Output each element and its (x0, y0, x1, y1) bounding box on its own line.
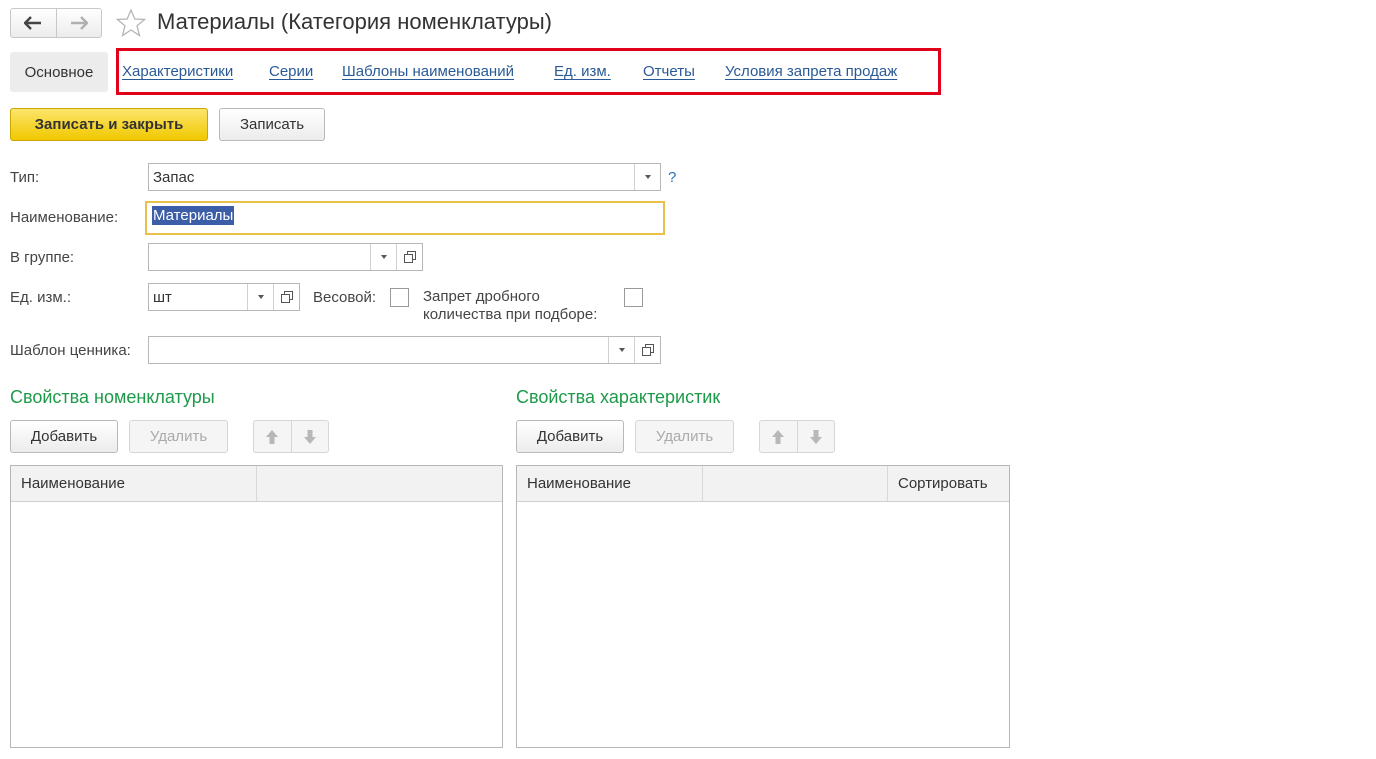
name-input[interactable]: Материалы (145, 201, 665, 235)
move-down-icon[interactable] (798, 421, 835, 452)
characteristic-add-button[interactable]: Добавить (516, 420, 624, 453)
nomenclature-props-title: Свойства номенклатуры (10, 387, 215, 407)
weight-label: Весовой: (313, 289, 377, 306)
column-header-empty[interactable] (257, 466, 502, 501)
open-icon[interactable] (396, 244, 422, 270)
fraction-label-line2: количества при подборе: (423, 306, 598, 323)
column-header-name[interactable]: Наименование (517, 466, 703, 501)
page-title: Материалы (Категория номенклатуры) (157, 9, 553, 34)
arrow-left-icon (24, 16, 42, 30)
move-down-icon[interactable] (292, 421, 329, 452)
back-button[interactable] (11, 9, 56, 37)
dropdown-arrow-icon[interactable] (608, 337, 634, 363)
help-icon[interactable]: ? (668, 169, 676, 186)
characteristic-move-group (759, 420, 835, 453)
price-tag-label: Шаблон ценника: (10, 342, 131, 359)
weight-checkbox[interactable] (390, 288, 409, 307)
group-label: В группе: (10, 249, 75, 266)
move-up-icon[interactable] (254, 421, 292, 452)
characteristic-props-table[interactable]: Наименование Сортировать (516, 465, 1010, 748)
nomenclature-props-table[interactable]: Наименование (10, 465, 503, 748)
column-header-sort[interactable]: Сортировать (888, 466, 1009, 501)
favorite-star-icon[interactable] (115, 8, 147, 42)
open-icon[interactable] (273, 284, 299, 310)
save-and-close-button[interactable]: Записать и закрыть (10, 108, 208, 141)
nomenclature-add-button[interactable]: Добавить (10, 420, 118, 453)
arrow-right-icon (70, 16, 88, 30)
fraction-checkbox[interactable] (624, 288, 643, 307)
dropdown-arrow-icon[interactable] (634, 164, 660, 190)
tab-main[interactable]: Основное (10, 52, 108, 92)
type-label: Тип: (10, 169, 40, 186)
forward-button[interactable] (55, 9, 102, 37)
tab-sale-restrictions[interactable]: Условия запрета продаж (725, 63, 897, 80)
tab-reports[interactable]: Отчеты (643, 63, 695, 80)
price-tag-value (149, 337, 608, 363)
unit-label: Ед. изм.: (10, 289, 71, 306)
history-nav (10, 8, 102, 38)
group-select[interactable] (148, 243, 423, 271)
name-value: Материалы (152, 206, 235, 225)
group-value (149, 244, 370, 270)
characteristic-props-title: Свойства характеристик (516, 387, 721, 407)
open-icon[interactable] (634, 337, 660, 363)
characteristic-delete-button[interactable]: Удалить (635, 420, 734, 453)
tab-characteristics[interactable]: Характеристики (122, 63, 233, 80)
fraction-label-line1: Запрет дробного (423, 288, 540, 305)
table-header: Наименование Сортировать (517, 466, 1009, 502)
column-header-empty[interactable] (703, 466, 888, 501)
tab-series[interactable]: Серии (269, 63, 313, 80)
save-button[interactable]: Записать (219, 108, 325, 141)
nomenclature-move-group (253, 420, 329, 453)
dropdown-arrow-icon[interactable] (247, 284, 273, 310)
type-value: Запас (153, 168, 195, 186)
nomenclature-delete-button[interactable]: Удалить (129, 420, 228, 453)
unit-select[interactable]: шт (148, 283, 300, 311)
fraction-label: Запрет дробного количества при подборе: (423, 288, 597, 324)
table-header: Наименование (11, 466, 502, 502)
type-select[interactable]: Запас (148, 163, 661, 191)
name-label: Наименование: (10, 209, 119, 226)
unit-value: шт (153, 288, 172, 306)
dropdown-arrow-icon[interactable] (370, 244, 396, 270)
column-header-name[interactable]: Наименование (11, 466, 257, 501)
price-tag-select[interactable] (148, 336, 661, 364)
tab-name-templates[interactable]: Шаблоны наименований (342, 63, 514, 80)
move-up-icon[interactable] (760, 421, 798, 452)
tab-units[interactable]: Ед. изм. (554, 63, 611, 80)
